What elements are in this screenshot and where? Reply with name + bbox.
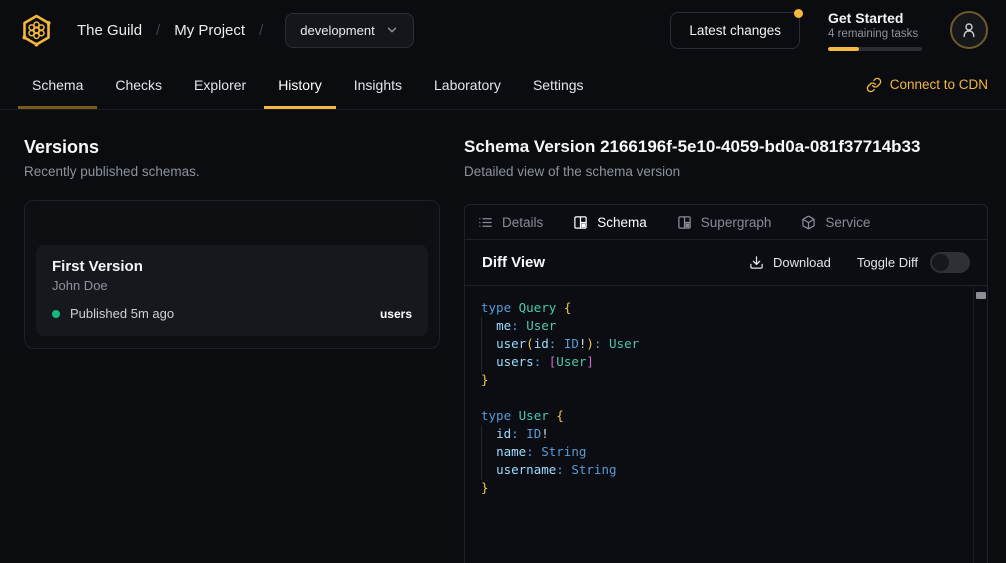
- detail-tab-label: Schema: [597, 215, 647, 230]
- tab-settings[interactable]: Settings: [519, 60, 598, 109]
- list-icon: [478, 215, 493, 230]
- code-scrollbar[interactable]: [973, 286, 987, 563]
- schema-code-viewer: type Query { me: User user(id: ID!): Use…: [465, 286, 987, 563]
- latest-changes-label: Latest changes: [689, 23, 781, 38]
- breadcrumb-separator: /: [259, 22, 263, 39]
- target-selector[interactable]: development: [285, 13, 413, 48]
- get-started-title: Get Started: [828, 10, 922, 26]
- columns-icon: [573, 215, 588, 230]
- scrollbar-thumb[interactable]: [976, 292, 986, 299]
- connect-to-cdn-button[interactable]: Connect to CDN: [866, 60, 988, 109]
- toggle-knob: [932, 254, 949, 271]
- version-name: First Version: [52, 258, 412, 275]
- version-list-item[interactable]: First Version John Doe Published 5m ago …: [36, 245, 428, 336]
- toggle-diff-label: Toggle Diff: [857, 255, 918, 270]
- tab-schema[interactable]: Schema: [18, 60, 97, 109]
- service-badge: users: [380, 307, 412, 321]
- detail-tab-supergraph[interactable]: Supergraph: [677, 215, 772, 230]
- connect-to-cdn-label: Connect to CDN: [890, 77, 988, 92]
- published-status-icon: [52, 310, 60, 318]
- versions-title: Versions: [24, 137, 440, 158]
- target-selector-value: development: [300, 23, 374, 38]
- tab-insights[interactable]: Insights: [340, 60, 416, 109]
- get-started-progress-bar: [828, 47, 922, 51]
- toggle-diff-switch[interactable]: [930, 252, 970, 273]
- latest-changes-button[interactable]: Latest changes: [670, 12, 800, 49]
- download-label: Download: [773, 255, 831, 270]
- download-button[interactable]: Download: [749, 255, 831, 270]
- versions-subtitle: Recently published schemas.: [24, 164, 440, 179]
- notification-dot: [794, 9, 803, 18]
- breadcrumb-org[interactable]: The Guild: [77, 22, 142, 39]
- breadcrumb-project[interactable]: My Project: [174, 22, 245, 39]
- tab-explorer[interactable]: Explorer: [180, 60, 260, 109]
- version-author: John Doe: [52, 278, 412, 293]
- get-started-subtitle: 4 remaining tasks: [828, 28, 922, 40]
- indent-guide: [481, 317, 482, 372]
- version-detail-subtitle: Detailed view of the schema version: [464, 164, 988, 179]
- get-started-progress-fill: [828, 47, 859, 51]
- detail-tab-service[interactable]: Service: [801, 215, 870, 230]
- versions-card: First Version John Doe Published 5m ago …: [24, 200, 440, 349]
- columns-icon: [677, 215, 692, 230]
- tab-history[interactable]: History: [264, 60, 336, 109]
- versions-section: Versions Recently published schemas. Fir…: [0, 110, 464, 563]
- version-detail-title: Schema Version 2166196f-5e10-4059-bd0a-0…: [464, 137, 988, 157]
- main-content: Versions Recently published schemas. Fir…: [0, 110, 1006, 563]
- version-detail-section: Schema Version 2166196f-5e10-4059-bd0a-0…: [464, 110, 1006, 563]
- code-lines: type Query { me: User user(id: ID!): Use…: [465, 286, 973, 563]
- breadcrumb-separator: /: [156, 22, 160, 39]
- tab-checks[interactable]: Checks: [101, 60, 176, 109]
- detail-tab-details[interactable]: Details: [478, 215, 543, 230]
- top-header: The Guild / My Project / development Lat…: [0, 0, 1006, 60]
- detail-tab-label: Service: [825, 215, 870, 230]
- cube-icon: [801, 215, 816, 230]
- detail-tab-bar: Details Schema Supergraph: [465, 205, 987, 240]
- user-avatar[interactable]: [950, 11, 988, 49]
- hive-logo-icon[interactable]: [18, 12, 55, 49]
- detail-tab-label: Supergraph: [701, 215, 772, 230]
- get-started-widget[interactable]: Get Started 4 remaining tasks: [828, 10, 922, 51]
- chevron-down-icon: [385, 23, 399, 37]
- version-status: Published 5m ago: [70, 306, 174, 321]
- person-icon: [960, 21, 978, 39]
- tab-laboratory[interactable]: Laboratory: [420, 60, 515, 109]
- main-nav: Schema Checks Explorer History Insights …: [0, 60, 1006, 110]
- link-icon: [866, 77, 882, 93]
- detail-tab-label: Details: [502, 215, 543, 230]
- diff-view-title: Diff View: [482, 254, 545, 271]
- indent-guide: [481, 425, 482, 480]
- detail-tab-schema[interactable]: Schema: [573, 215, 647, 230]
- version-detail-panel: Details Schema Supergraph: [464, 204, 988, 563]
- download-icon: [749, 255, 764, 270]
- diff-view-header: Diff View Download Toggle Diff: [465, 240, 987, 286]
